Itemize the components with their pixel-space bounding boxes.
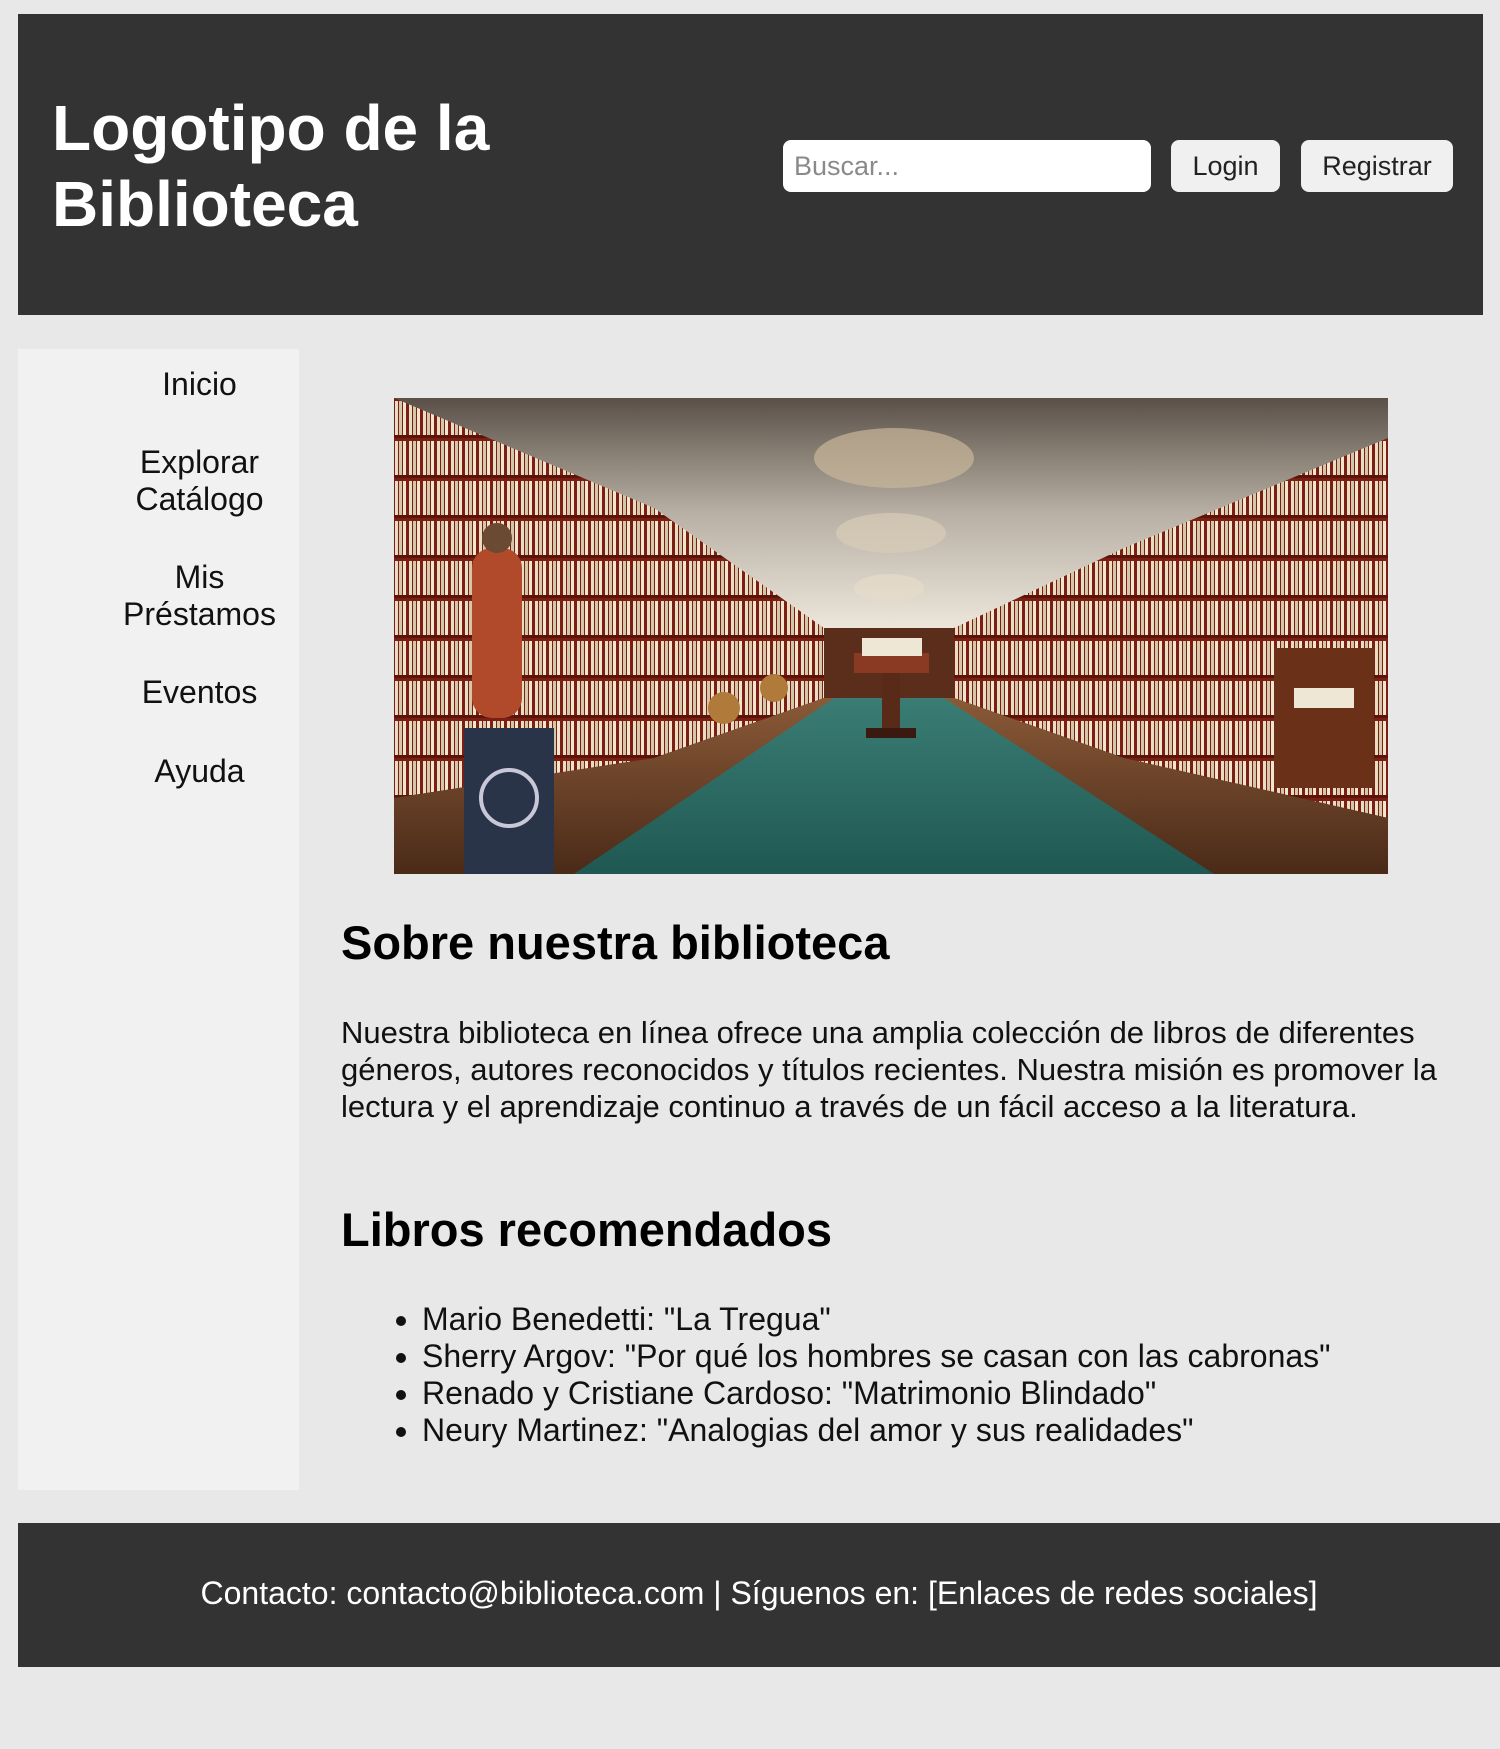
list-item: Sherry Argov: "Por qué los hombres se ca… xyxy=(422,1338,1331,1375)
recommended-books-heading: Libros recomendados xyxy=(341,1203,832,1256)
search-input[interactable] xyxy=(783,140,1151,192)
site-footer: Contacto: contacto@biblioteca.com | Sígu… xyxy=(18,1523,1500,1667)
list-item: Renado y Cristiane Cardoso: "Matrimonio … xyxy=(422,1375,1331,1412)
list-item: Mario Benedetti: "La Tregua" xyxy=(422,1301,1331,1338)
sidebar: Inicio Explorar Catálogo Mis Préstamos E… xyxy=(18,349,299,1490)
sidebar-item-inicio[interactable]: Inicio xyxy=(18,366,381,403)
library-hero-image xyxy=(394,398,1388,874)
register-button[interactable]: Registrar xyxy=(1301,140,1453,192)
sidebar-item-explorar-catalogo[interactable]: Explorar Catálogo xyxy=(18,444,381,518)
site-header: Logotipo de la Biblioteca Login Registra… xyxy=(18,14,1483,315)
recommended-books-list: Mario Benedetti: "La Tregua" Sherry Argo… xyxy=(341,1301,1331,1449)
footer-contact-text: Contacto: contacto@biblioteca.com | Sígu… xyxy=(200,1575,1318,1611)
login-button[interactable]: Login xyxy=(1171,140,1280,192)
about-text: Nuestra biblioteca en línea ofrece una a… xyxy=(341,1015,1437,1124)
list-item: Neury Martinez: "Analogias del amor y su… xyxy=(422,1412,1331,1449)
sidebar-item-eventos[interactable]: Eventos xyxy=(18,674,381,711)
library-logo: Logotipo de la Biblioteca xyxy=(52,92,490,240)
sidebar-item-ayuda[interactable]: Ayuda xyxy=(18,753,381,790)
sidebar-item-mis-prestamos[interactable]: Mis Préstamos xyxy=(18,559,381,633)
about-heading: Sobre nuestra biblioteca xyxy=(341,916,890,969)
